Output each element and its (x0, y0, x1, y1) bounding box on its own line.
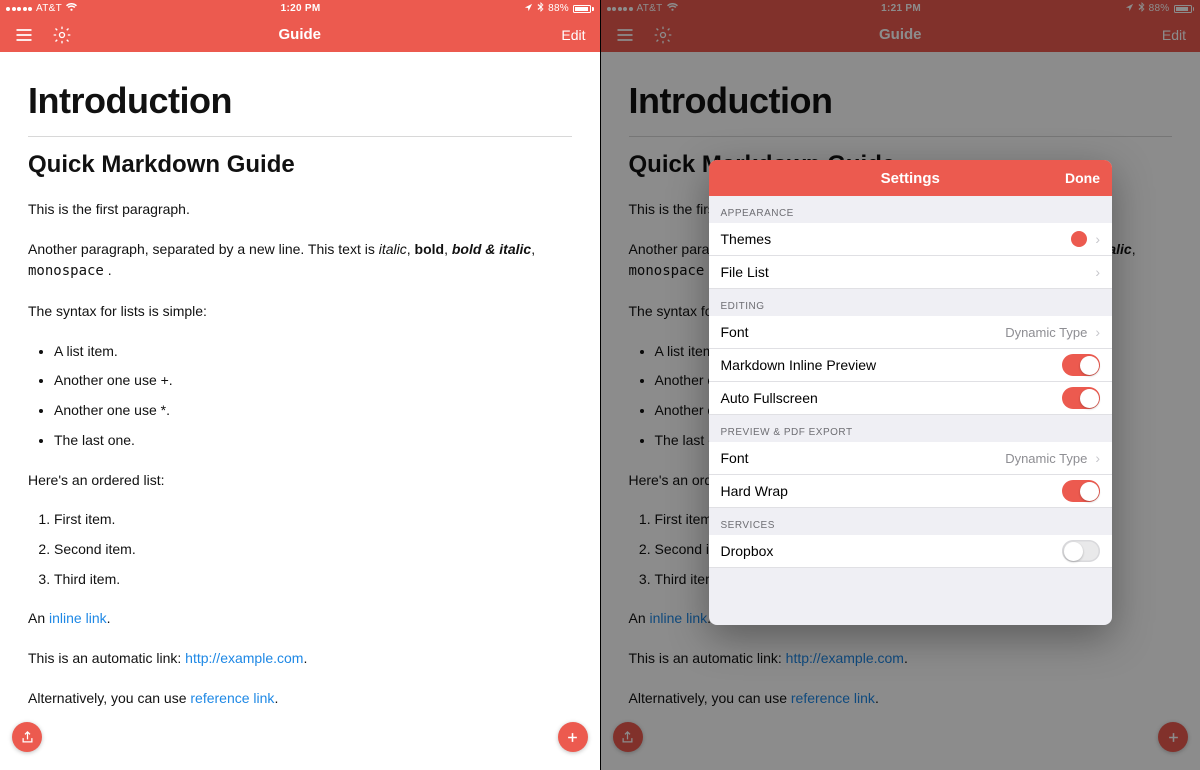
wifi-icon (66, 3, 77, 15)
row-themes[interactable]: Themes › (709, 223, 1113, 256)
doc-h1: Introduction (28, 80, 572, 122)
right-screenshot: AT&T 1:21 PM 88% Guide Edit Introduction… (601, 0, 1200, 770)
left-screenshot: AT&T 1:20 PM 88% Guide Edit (0, 0, 600, 770)
row-inline-preview: Markdown Inline Preview (709, 349, 1113, 382)
navbar: Guide Edit (0, 17, 600, 52)
ordered-list: First item. Second item. Third item. (28, 509, 572, 590)
settings-modal: Settings Done APPEARANCE Themes › File L… (709, 160, 1113, 625)
battery-percent: 88% (548, 3, 569, 14)
chevron-right-icon: › (1095, 450, 1100, 466)
toggle-inline-preview[interactable] (1062, 354, 1100, 376)
para-7: Alternatively, you can use reference lin… (28, 688, 572, 710)
carrier-label: AT&T (36, 3, 62, 14)
row-file-list[interactable]: File List › (709, 256, 1113, 289)
done-button[interactable]: Done (1065, 170, 1100, 186)
para-1: This is the first paragraph. (28, 199, 572, 221)
chevron-right-icon: › (1095, 324, 1100, 340)
hr (28, 136, 572, 137)
list-item: Second item. (54, 539, 572, 561)
para-4: Here's an ordered list: (28, 470, 572, 492)
share-button[interactable] (12, 722, 42, 752)
section-header-services: SERVICES (709, 508, 1113, 535)
page-title: Guide (0, 26, 600, 43)
battery-icon (573, 5, 594, 13)
menu-icon[interactable] (14, 25, 34, 45)
status-time: 1:20 PM (281, 3, 321, 14)
row-preview-font[interactable]: Font Dynamic Type › (709, 442, 1113, 475)
list-item: First item. (54, 509, 572, 531)
toggle-dropbox[interactable] (1062, 540, 1100, 562)
row-label: Themes (721, 231, 772, 247)
list-item: Another one use +. (54, 370, 572, 392)
row-label: Auto Fullscreen (721, 390, 818, 406)
modal-title: Settings (881, 170, 940, 187)
edit-button[interactable]: Edit (561, 27, 585, 43)
location-icon (524, 3, 533, 15)
row-label: Dropbox (721, 543, 774, 559)
list-item: Another one use *. (54, 400, 572, 422)
toggle-hard-wrap[interactable] (1062, 480, 1100, 502)
unordered-list: A list item. Another one use +. Another … (28, 341, 572, 452)
section-header-preview: PREVIEW & PDF EXPORT (709, 415, 1113, 442)
section-header-editing: EDITING (709, 289, 1113, 316)
list-item: The last one. (54, 430, 572, 452)
bluetooth-icon (537, 2, 544, 15)
row-dropbox: Dropbox (709, 535, 1113, 568)
row-label: File List (721, 264, 769, 280)
para-2: Another paragraph, separated by a new li… (28, 239, 572, 283)
list-item: A list item. (54, 341, 572, 363)
para-6: This is an automatic link: http://exampl… (28, 648, 572, 670)
list-item: Third item. (54, 569, 572, 591)
row-label: Markdown Inline Preview (721, 357, 877, 373)
row-editing-font[interactable]: Font Dynamic Type › (709, 316, 1113, 349)
row-label: Font (721, 324, 749, 340)
chevron-right-icon: › (1095, 231, 1100, 247)
signal-dots-icon (6, 7, 32, 11)
para-3: The syntax for lists is simple: (28, 301, 572, 323)
auto-link[interactable]: http://example.com (185, 650, 303, 666)
inline-link[interactable]: inline link (49, 610, 107, 626)
gear-icon[interactable] (52, 25, 72, 45)
doc-h2: Quick Markdown Guide (28, 151, 572, 179)
row-value: Dynamic Type (1005, 325, 1087, 340)
row-value: Dynamic Type (1005, 451, 1087, 466)
document-body: Introduction Quick Markdown Guide This i… (0, 52, 600, 770)
section-header-appearance: APPEARANCE (709, 196, 1113, 223)
theme-swatch-icon (1071, 231, 1087, 247)
para-5: An inline link. (28, 608, 572, 630)
modal-navbar: Settings Done (709, 160, 1113, 196)
row-label: Hard Wrap (721, 483, 788, 499)
row-auto-fullscreen: Auto Fullscreen (709, 382, 1113, 415)
chevron-right-icon: › (1095, 264, 1100, 280)
row-label: Font (721, 450, 749, 466)
status-bar: AT&T 1:20 PM 88% (0, 0, 600, 17)
toggle-auto-fullscreen[interactable] (1062, 387, 1100, 409)
add-button[interactable] (558, 722, 588, 752)
reference-link[interactable]: reference link (190, 690, 274, 706)
row-hard-wrap: Hard Wrap (709, 475, 1113, 508)
